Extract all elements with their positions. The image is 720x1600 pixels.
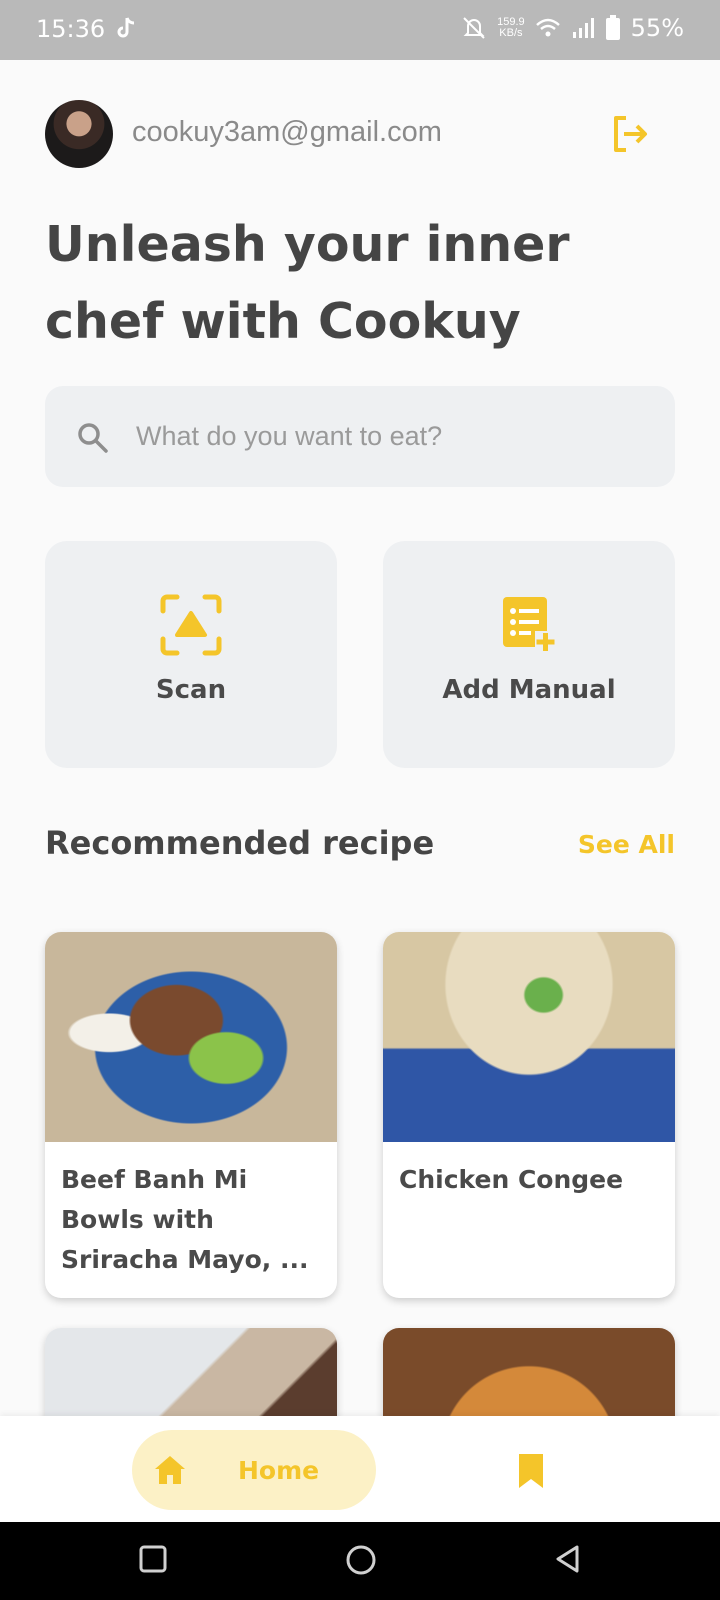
recipe-image: [45, 932, 337, 1142]
home-circle-icon[interactable]: [345, 1544, 377, 1576]
status-bar: 15:36 159.9 KB/s 55%: [0, 0, 720, 60]
home-icon: [155, 1456, 185, 1484]
nav-home-label: Home: [238, 1455, 320, 1485]
mute-icon: [463, 17, 485, 39]
scan-label: Scan: [155, 675, 227, 705]
add-manual-button[interactable]: Add Manual: [383, 541, 675, 768]
user-email: cookuy3am@gmail.com: [132, 116, 442, 148]
back-icon[interactable]: [553, 1544, 583, 1574]
recipe-card[interactable]: Beef Banh Mi Bowls with Sriracha Mayo, .…: [45, 932, 337, 1298]
recent-apps-icon[interactable]: [138, 1544, 168, 1574]
search-icon: [78, 422, 108, 453]
recipe-title: Chicken Congee: [399, 1165, 624, 1194]
add-list-icon: [503, 597, 555, 651]
see-all-link[interactable]: See All: [578, 830, 675, 859]
status-time: 15:36: [36, 15, 106, 43]
bottom-nav: Home: [0, 1416, 720, 1522]
section-title: Recommended recipe: [45, 824, 435, 862]
recipe-card[interactable]: Chicken Congee: [383, 932, 675, 1298]
battery-percent: 55%: [630, 14, 684, 42]
battery-icon: [605, 15, 620, 40]
avatar[interactable]: [45, 100, 113, 168]
page-title: Unleash your inner chef with Cookuy: [45, 216, 570, 350]
signal-icon: [572, 18, 594, 38]
recipe-image: [383, 932, 675, 1142]
search-input[interactable]: [134, 420, 618, 453]
wifi-icon: [535, 18, 560, 37]
nav-home-tab[interactable]: Home: [132, 1430, 376, 1510]
logout-icon[interactable]: [610, 114, 650, 154]
scan-button[interactable]: Scan: [45, 541, 337, 768]
system-nav-bar: [0, 1522, 720, 1600]
add-manual-label: Add Manual: [442, 675, 616, 705]
tiktok-icon: [117, 17, 135, 38]
search-bar[interactable]: [45, 386, 675, 487]
net-speed: 159.9 KB/s: [497, 17, 525, 39]
net-speed-unit: KB/s: [499, 27, 523, 39]
recipe-title: Beef Banh Mi Bowls with Sriracha Mayo, .…: [61, 1165, 309, 1274]
scan-icon: [160, 594, 222, 656]
bookmark-icon[interactable]: [515, 1452, 547, 1490]
status-icons: 159.9 KB/s 55%: [461, 14, 684, 42]
